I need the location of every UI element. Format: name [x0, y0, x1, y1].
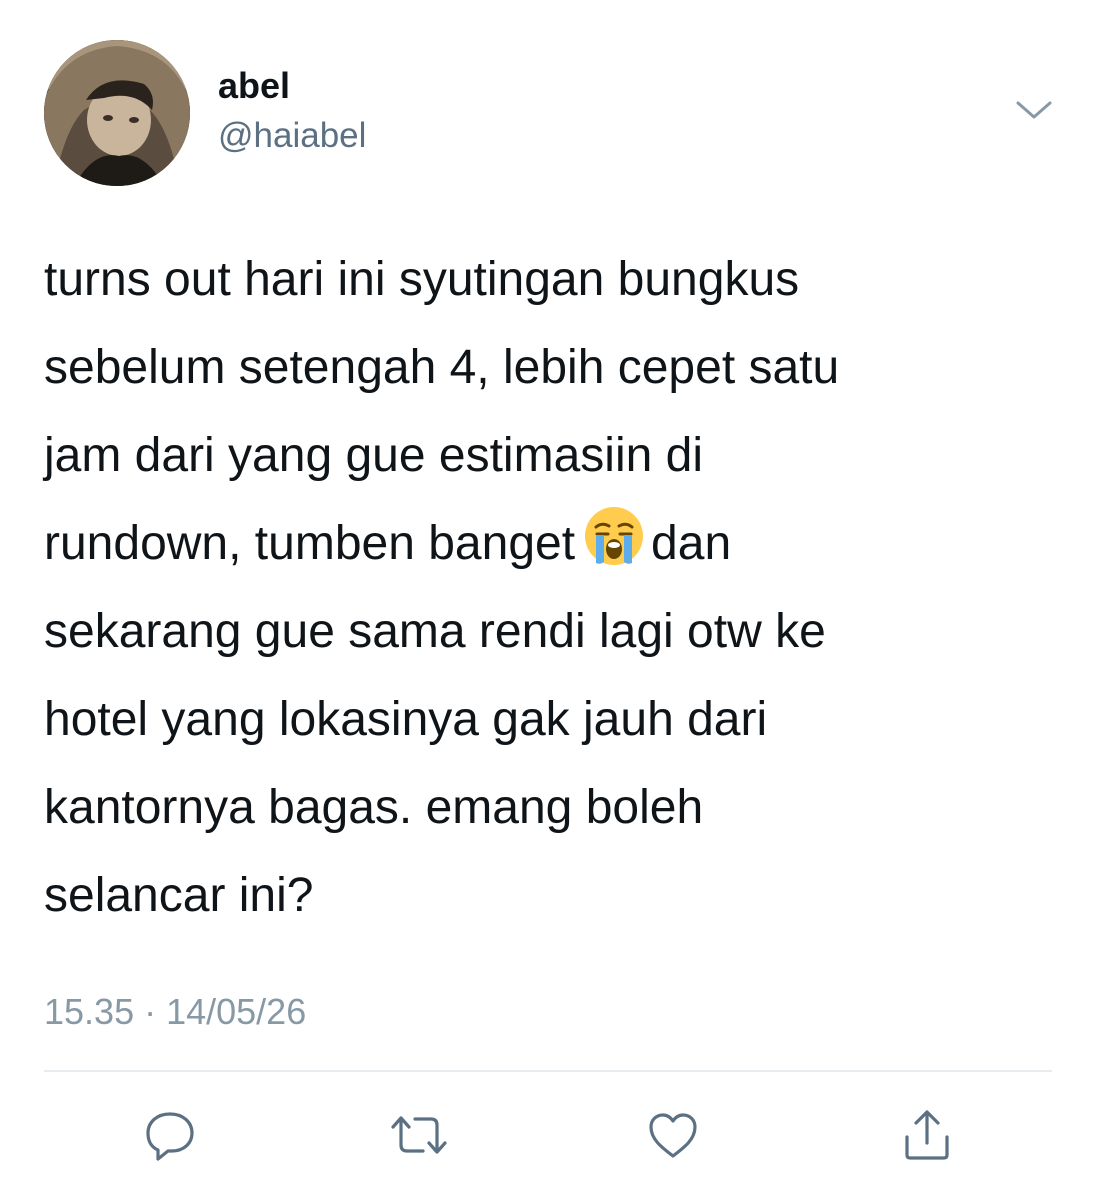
avatar-photo-icon: [44, 40, 190, 186]
tweet-line: sebelum setengah 4, lebih cepet satu: [44, 341, 840, 394]
divider: [44, 1070, 1052, 1072]
more-options-button[interactable]: [1010, 92, 1058, 128]
retweet-icon: [391, 1116, 447, 1154]
tweet-line: sekarang gue sama rendi lagi otw ke: [44, 605, 826, 658]
share-icon: [905, 1110, 949, 1160]
tweet-line: turns out hari ini syutingan bungkus: [44, 253, 800, 306]
tweet-line: selancar ini?: [44, 869, 314, 922]
retweet-button[interactable]: [384, 1100, 454, 1170]
tweet-line: hotel yang lokasinya gak jauh dari: [44, 693, 768, 746]
display-name[interactable]: abel: [218, 64, 290, 108]
tweet-actions: [0, 1100, 1096, 1170]
user-handle[interactable]: @haiabel: [218, 114, 366, 158]
tweet-line-text: rundown, tumben banget: [44, 517, 576, 570]
share-button[interactable]: [892, 1100, 962, 1170]
avatar[interactable]: [44, 40, 190, 186]
tweet-line: jam dari yang gue estimasiin di: [44, 429, 703, 482]
reply-button[interactable]: [135, 1100, 205, 1170]
loudly-crying-face-icon: [583, 505, 645, 596]
tweet-line: kantornya bagas. emang boleh: [44, 781, 704, 834]
tweet-line-text: dan: [651, 517, 732, 570]
tweet-card: abel @haiabel turns out hari ini syuting…: [0, 0, 1096, 1200]
tweet-timestamp[interactable]: 15.35 · 14/05/26: [44, 988, 306, 1036]
reply-icon: [146, 1112, 194, 1161]
chevron-down-icon: [1016, 101, 1052, 119]
like-button[interactable]: [638, 1100, 708, 1170]
heart-icon: [649, 1113, 697, 1158]
tweet-line: rundown, tumben banget dan: [44, 500, 1054, 588]
tweet-text: turns out hari ini syutingan bungkus seb…: [44, 236, 1054, 940]
